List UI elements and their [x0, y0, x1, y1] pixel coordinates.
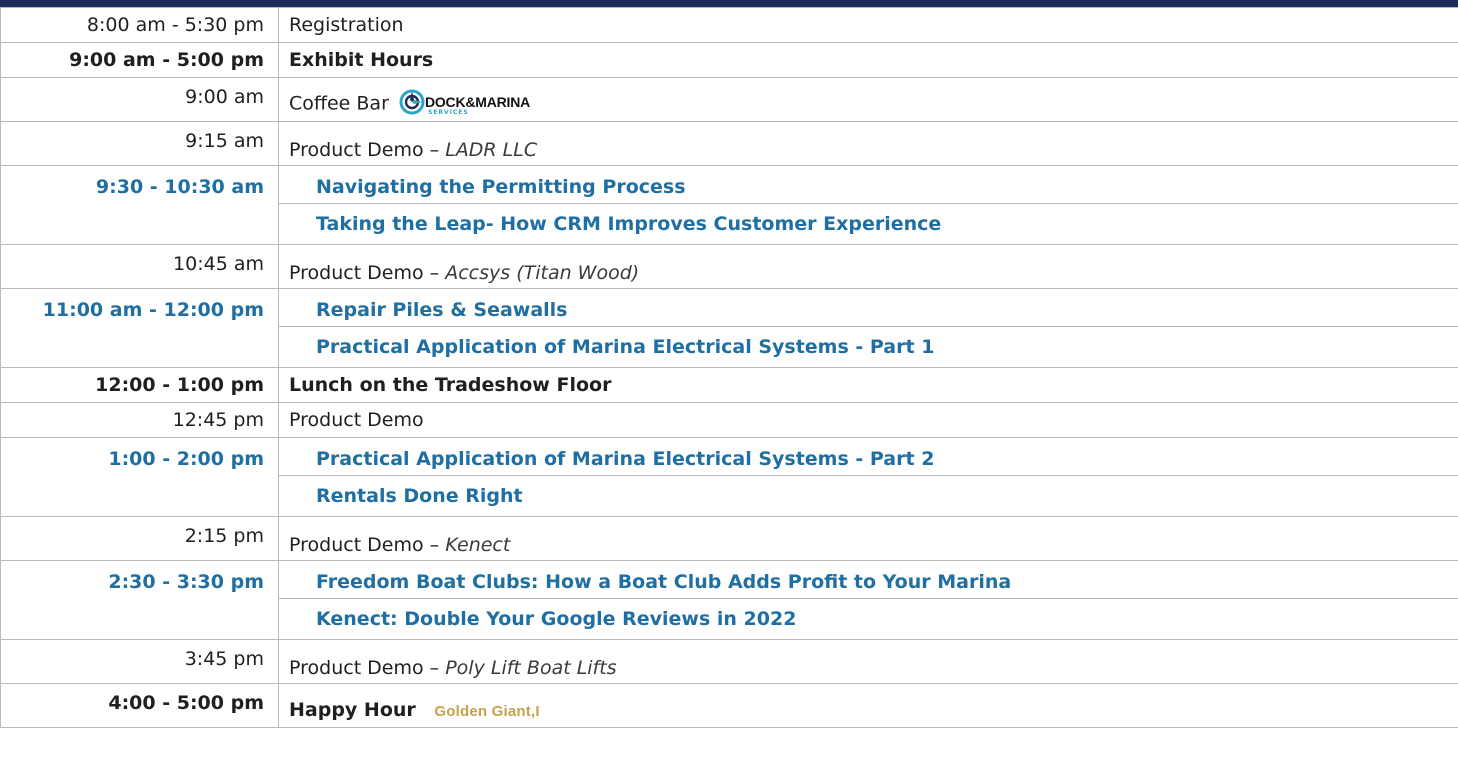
- sponsor-name: Poly Lift Boat Lifts: [445, 657, 617, 679]
- dock-marina-logo-subtext: SERVICES: [427, 109, 469, 116]
- event-cell: Product Demo – LADR LLC: [278, 121, 1458, 166]
- table-row: 11:00 am - 12:00 pm Repair Piles & Seawa…: [0, 288, 1458, 368]
- time-cell: 11:00 am - 12:00 pm: [0, 288, 279, 368]
- time-cell: 2:30 - 3:30 pm: [0, 560, 279, 640]
- event-cell: Exhibit Hours: [278, 42, 1458, 78]
- time-cell: 12:45 pm: [0, 402, 279, 438]
- time-cell: 3:45 pm: [0, 639, 279, 684]
- dock-marina-logo: DOCK&MARINA SERVICES: [399, 89, 530, 116]
- sponsor-name: Kenect: [445, 534, 511, 556]
- session-title: Freedom Boat Clubs: How a Boat Club Adds…: [278, 560, 1458, 599]
- table-row: 12:45 pm Product Demo: [0, 402, 1458, 438]
- session-title: Navigating the Permitting Process: [278, 165, 1458, 204]
- event-label: Product Demo –: [289, 657, 446, 679]
- table-row: 9:00 am - 5:00 pm Exhibit Hours: [0, 42, 1458, 78]
- session-title: Kenect: Double Your Google Reviews in 20…: [278, 598, 1458, 640]
- event-cell: Happy Hour Golden Giant,I: [278, 683, 1458, 728]
- time-cell: 9:00 am: [0, 77, 279, 122]
- event-cell: Product Demo: [278, 402, 1458, 438]
- time-cell: 4:00 - 5:00 pm: [0, 683, 279, 728]
- event-cell: Product Demo – Poly Lift Boat Lifts: [278, 639, 1458, 684]
- event-label: Happy Hour: [289, 699, 416, 721]
- event-label: Product Demo –: [289, 139, 446, 161]
- session-title: Practical Application of Marina Electric…: [278, 437, 1458, 476]
- time-cell: 1:00 - 2:00 pm: [0, 437, 279, 517]
- event-label: Product Demo –: [289, 262, 446, 284]
- table-row: 8:00 am - 5:30 pm Registration: [0, 7, 1458, 43]
- time-cell: 9:30 - 10:30 am: [0, 165, 279, 245]
- sponsor-name: Accsys (Titan Wood): [445, 262, 640, 284]
- table-row: 3:45 pm Product Demo – Poly Lift Boat Li…: [0, 639, 1458, 684]
- header-bar: [0, 0, 1458, 7]
- session-title: Rentals Done Right: [278, 475, 1458, 517]
- event-cell: Product Demo – Accsys (Titan Wood): [278, 244, 1458, 289]
- event-cell: Registration: [278, 7, 1458, 43]
- event-label: Coffee Bar: [289, 92, 389, 115]
- time-cell: 8:00 am - 5:30 pm: [0, 7, 279, 43]
- schedule-table: 8:00 am - 5:30 pm Registration 9:00 am -…: [0, 7, 1458, 728]
- table-row: 12:00 - 1:00 pm Lunch on the Tradeshow F…: [0, 367, 1458, 403]
- event-cell: Lunch on the Tradeshow Floor: [278, 367, 1458, 403]
- time-cell: 10:45 am: [0, 244, 279, 289]
- table-row: 2:15 pm Product Demo – Kenect: [0, 516, 1458, 561]
- time-cell: 9:15 am: [0, 121, 279, 166]
- time-cell: 12:00 - 1:00 pm: [0, 367, 279, 403]
- event-cell: Product Demo – Kenect: [278, 516, 1458, 561]
- session-title: Practical Application of Marina Electric…: [278, 326, 1458, 368]
- event-label: Product Demo –: [289, 534, 446, 556]
- table-row: 10:45 am Product Demo – Accsys (Titan Wo…: [0, 244, 1458, 289]
- session-title: Taking the Leap- How CRM Improves Custom…: [278, 203, 1458, 245]
- table-row: 9:30 - 10:30 am Navigating the Permittin…: [0, 165, 1458, 245]
- golden-giant-logo: Golden Giant,I: [434, 703, 540, 720]
- time-cell: 9:00 am - 5:00 pm: [0, 42, 279, 78]
- time-cell: 2:15 pm: [0, 516, 279, 561]
- table-row: 1:00 - 2:00 pm Practical Application of …: [0, 437, 1458, 517]
- event-cell: Coffee Bar DOCK&MARINA SERVICES: [278, 77, 1458, 122]
- sponsor-name: LADR LLC: [445, 139, 538, 161]
- compass-icon: [399, 89, 425, 115]
- session-title: Repair Piles & Seawalls: [278, 288, 1458, 327]
- table-row: 4:00 - 5:00 pm Happy Hour Golden Giant,I: [0, 683, 1458, 728]
- table-row: 9:15 am Product Demo – LADR LLC: [0, 121, 1458, 166]
- table-row: 2:30 - 3:30 pm Freedom Boat Clubs: How a…: [0, 560, 1458, 640]
- table-row: 9:00 am Coffee Bar DOCK&MARINA SERVICES: [0, 77, 1458, 122]
